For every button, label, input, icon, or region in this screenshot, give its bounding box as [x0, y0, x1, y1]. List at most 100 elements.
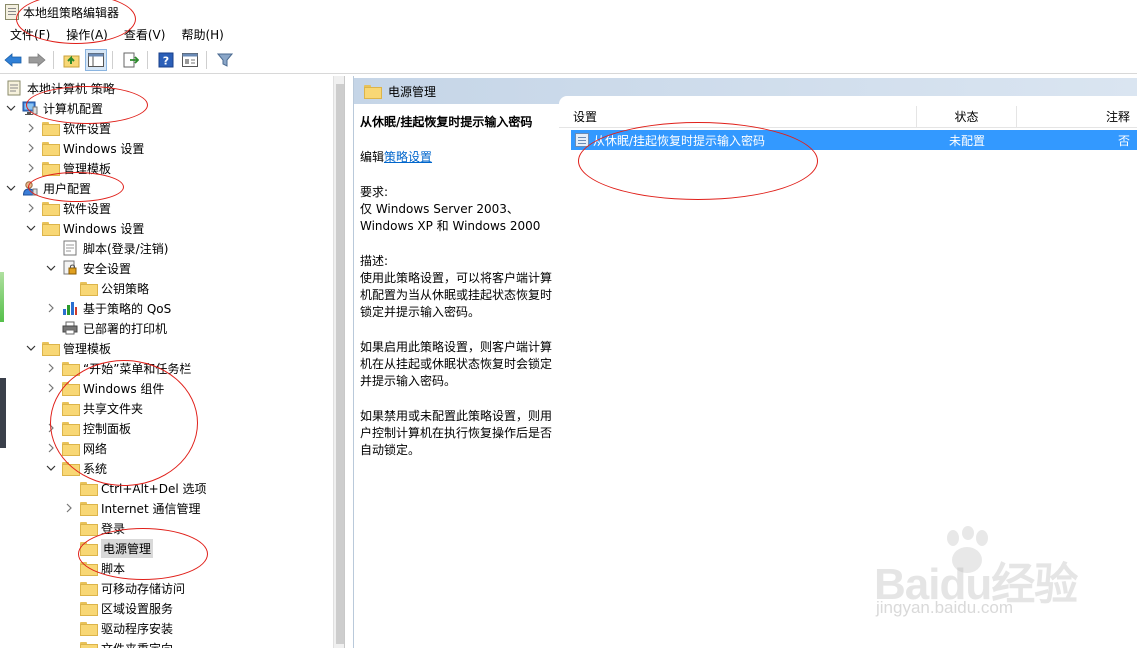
- folder-icon: [62, 360, 80, 376]
- tree-item-printers[interactable]: 已部署的打印机: [62, 318, 167, 338]
- show-hide-tree-icon[interactable]: [85, 48, 107, 71]
- tree-label: Windows 设置: [63, 141, 145, 156]
- forward-icon[interactable]: [26, 49, 48, 71]
- folder-icon: [42, 140, 60, 156]
- tree-label: 文件夹重定向: [101, 640, 173, 648]
- tree-root[interactable]: 本地计算机 策略: [6, 78, 115, 98]
- chevron-down-icon[interactable]: [44, 258, 58, 278]
- chevron-right-icon[interactable]: [24, 198, 38, 218]
- description-text: 使用此策略设置，可以将客户端计算机配置为当从休眠或挂起状态恢复时锁定并提示输入密…: [360, 271, 553, 319]
- chevron-right-icon[interactable]: [62, 498, 76, 518]
- tree-item-scripts-logon[interactable]: 脚本(登录/注销): [62, 238, 168, 258]
- folder-icon: [42, 340, 60, 356]
- requirements-label: 要求:: [360, 185, 389, 199]
- chevron-right-icon[interactable]: [24, 138, 38, 158]
- help-icon[interactable]: ?: [155, 49, 177, 71]
- console-tree[interactable]: 本地计算机 策略 计算机配置 软件设置 Windows 设置 管理模板 用户配置…: [0, 76, 345, 648]
- tree-item-removable[interactable]: 可移动存储访问: [80, 578, 185, 598]
- tree-label: 管理模板: [63, 161, 112, 176]
- policy-editor-icon: [5, 4, 19, 20]
- column-header-note[interactable]: 注释: [1017, 106, 1137, 128]
- tree-scrollbar[interactable]: [333, 76, 344, 648]
- export-list-icon[interactable]: [120, 49, 142, 71]
- tree-label: Internet 通信管理: [101, 501, 201, 516]
- tree-item-internet-comm[interactable]: Internet 通信管理: [62, 498, 200, 518]
- table-row[interactable]: 从休眠/挂起恢复时提示输入密码 未配置 否: [571, 130, 1137, 150]
- chevron-right-icon[interactable]: [24, 118, 38, 138]
- tree-item-uc-software[interactable]: 软件设置: [24, 198, 111, 218]
- chevron-down-icon[interactable]: [4, 178, 18, 198]
- tree-item-network[interactable]: 网络: [44, 438, 107, 458]
- window-edge-artifact: [0, 272, 4, 322]
- tree-item-power[interactable]: 电源管理: [80, 538, 154, 558]
- tree-item-ctrl-alt-del[interactable]: Ctrl+Alt+Del 选项: [80, 478, 206, 498]
- tree-item-system[interactable]: 系统: [44, 458, 107, 478]
- tree-item-uc-admin[interactable]: 管理模板: [24, 338, 111, 358]
- edit-policy-link[interactable]: 策略设置: [384, 150, 432, 164]
- tree-item-qos[interactable]: 基于策略的 QoS: [44, 298, 171, 318]
- script-icon: [62, 240, 78, 256]
- column-header-setting[interactable]: 设置: [559, 105, 917, 128]
- scrollbar-thumb[interactable]: [336, 84, 344, 644]
- folder-icon: [80, 540, 98, 556]
- column-header-state[interactable]: 状态: [917, 105, 1017, 128]
- chevron-down-icon[interactable]: [24, 338, 38, 358]
- tree-item-logon[interactable]: 登录: [80, 518, 125, 538]
- chevron-right-icon[interactable]: [44, 378, 58, 398]
- tree-label: 系统: [83, 461, 108, 476]
- folder-icon: [62, 460, 80, 476]
- tree-item-win-components[interactable]: Windows 组件: [44, 378, 164, 398]
- edit-prefix: 编辑: [360, 150, 385, 164]
- menu-file[interactable]: 文件(F): [0, 24, 58, 46]
- window-title: 本地组策略编辑器: [23, 5, 120, 20]
- tree-item-cc-software[interactable]: 软件设置: [24, 118, 111, 138]
- chevron-down-icon[interactable]: [44, 458, 58, 478]
- tree-label: 可移动存储访问: [101, 581, 186, 596]
- tree-item-shared-folders[interactable]: 共享文件夹: [62, 398, 143, 418]
- chevron-right-icon[interactable]: [24, 158, 38, 178]
- properties-icon[interactable]: [179, 49, 201, 71]
- filter-icon[interactable]: [214, 49, 236, 71]
- tree-label: 共享文件夹: [83, 401, 144, 416]
- tree-item-locale[interactable]: 区域设置服务: [80, 598, 173, 618]
- toolbar-separator: [53, 50, 54, 69]
- tree-item-folder-redirect[interactable]: 文件夹重定向: [80, 638, 173, 648]
- tree-label: 网络: [83, 441, 108, 456]
- tree-item-start-menu[interactable]: “开始”菜单和任务栏: [44, 358, 191, 378]
- tree-item-computer-config[interactable]: 计算机配置: [4, 98, 103, 118]
- chevron-right-icon[interactable]: [44, 298, 58, 318]
- tree-item-scripts[interactable]: 脚本: [80, 558, 125, 578]
- tree-item-cc-admin[interactable]: 管理模板: [24, 158, 111, 178]
- tree-item-security[interactable]: 安全设置: [44, 258, 131, 278]
- folder-icon: [80, 500, 98, 516]
- folder-icon: [80, 480, 98, 496]
- menu-view[interactable]: 查看(V): [116, 24, 174, 46]
- security-icon: [62, 260, 78, 276]
- title-bar: 本地组策略编辑器: [0, 0, 1137, 24]
- chevron-right-icon[interactable]: [44, 418, 58, 438]
- folder-icon: [62, 380, 80, 396]
- tree-label: 脚本: [101, 561, 126, 576]
- tree-item-driver-install[interactable]: 驱动程序安装: [80, 618, 173, 638]
- chevron-down-icon[interactable]: [24, 218, 38, 238]
- tree-item-pubkey[interactable]: 公钥策略: [80, 278, 149, 298]
- tree-item-control-panel[interactable]: 控制面板: [44, 418, 131, 438]
- tree-label: 安全设置: [83, 261, 132, 276]
- chevron-right-icon[interactable]: [44, 438, 58, 458]
- chevron-right-icon[interactable]: [44, 358, 58, 378]
- up-folder-icon[interactable]: [61, 49, 83, 71]
- tree-label: 本地计算机 策略: [27, 81, 115, 96]
- tree-item-cc-windows[interactable]: Windows 设置: [24, 138, 144, 158]
- chevron-down-icon[interactable]: [4, 98, 18, 118]
- settings-list[interactable]: 设置 状态 注释 从休眠/挂起恢复时提示输入密码 未配置 否: [559, 96, 1137, 648]
- tree-item-user-config[interactable]: 用户配置: [4, 178, 91, 198]
- folder-icon: [80, 560, 98, 576]
- menu-help[interactable]: 帮助(H): [173, 24, 231, 46]
- tree-item-uc-windows[interactable]: Windows 设置: [24, 218, 144, 238]
- menu-action[interactable]: 操作(A): [58, 24, 116, 46]
- printer-icon: [62, 320, 78, 336]
- policy-document-icon: [6, 80, 22, 96]
- row-setting-cell: 从休眠/挂起恢复时提示输入密码: [571, 132, 917, 149]
- tree-label: 管理模板: [63, 341, 112, 356]
- back-icon[interactable]: [2, 49, 24, 71]
